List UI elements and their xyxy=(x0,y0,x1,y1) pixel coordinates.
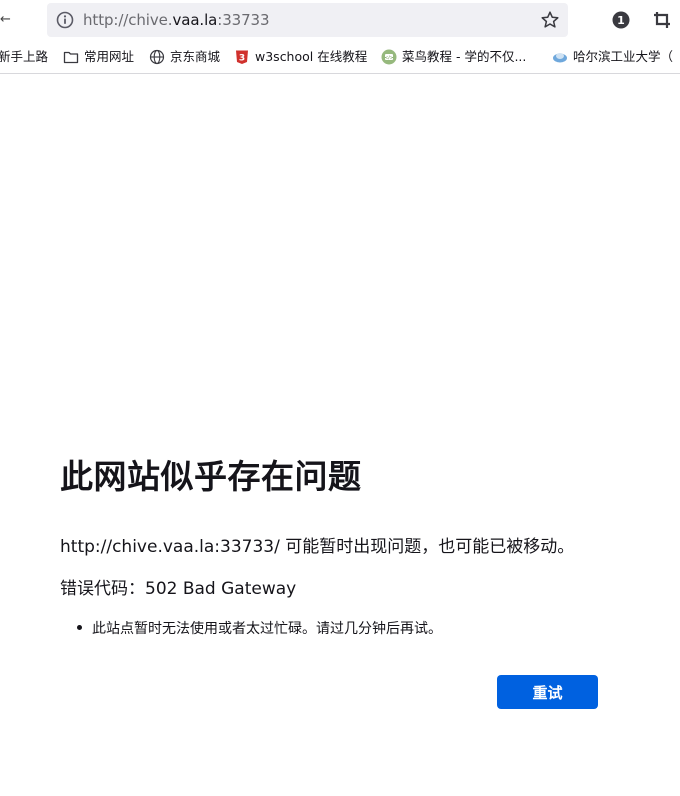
error-description: http://chive.vaa.la:33733/ 可能暂时出现问题，也可能已… xyxy=(60,537,575,557)
info-icon[interactable] xyxy=(56,11,74,29)
browser-toolbar: ← http://chive.vaa.la:33733 1 xyxy=(0,0,680,40)
svg-text:1: 1 xyxy=(617,14,625,27)
url-scheme: http://chive. xyxy=(83,11,173,29)
error-code: 错误代码：502 Bad Gateway xyxy=(60,579,297,599)
retry-button[interactable]: 重试 xyxy=(497,675,598,709)
svg-text:</>: </> xyxy=(384,55,393,61)
error-title: 此网站似乎存在问题 xyxy=(60,457,362,496)
bookmark-label: w3school 在线教程 xyxy=(255,49,368,64)
list-item: 此站点暂时无法使用或者太过忙碌。请过几分钟后再试。 xyxy=(77,618,442,638)
bookmark-star-icon[interactable] xyxy=(540,10,560,30)
bookmark-label: 新手上路 xyxy=(0,49,49,64)
runoob-logo-icon: </> xyxy=(381,49,397,65)
globe-icon xyxy=(149,49,165,65)
back-button[interactable]: ← xyxy=(0,12,11,27)
extension-badge-icon[interactable]: 1 xyxy=(612,11,630,29)
url-host: vaa.la xyxy=(172,11,218,29)
bookmark-item-hit[interactable]: 哈尔滨工业大学（ xyxy=(552,48,673,66)
bookmark-label: 菜鸟教程 - 学的不仅... xyxy=(402,49,527,64)
bookmark-item-w3school[interactable]: 3 w3school 在线教程 xyxy=(234,48,367,66)
w3school-logo-icon: 3 xyxy=(236,50,248,64)
folder-icon xyxy=(63,51,79,64)
bookmark-label: 常用网址 xyxy=(84,49,135,64)
hit-logo-icon xyxy=(553,53,567,63)
bookmark-item-newbie[interactable]: 新手上路 xyxy=(0,48,48,66)
screenshot-crop-icon[interactable] xyxy=(653,11,671,29)
address-bar[interactable]: http://chive.vaa.la:33733 xyxy=(47,3,568,37)
url-text[interactable]: http://chive.vaa.la:33733 xyxy=(83,11,270,29)
bookmark-folder-common[interactable]: 常用网址 xyxy=(63,48,134,66)
bookmarks-toolbar: 新手上路 常用网址 京东商城 3 w3school 在线教程 </> 菜鸟教程 … xyxy=(0,40,680,74)
bookmark-label: 哈尔滨工业大学（ xyxy=(573,49,674,64)
bookmark-label: 京东商城 xyxy=(170,49,221,64)
svg-text:3: 3 xyxy=(239,54,245,64)
url-port: :33733 xyxy=(217,11,270,29)
bookmark-item-jd[interactable]: 京东商城 xyxy=(149,48,220,66)
error-hints-list: 此站点暂时无法使用或者太过忙碌。请过几分钟后再试。 xyxy=(77,618,442,638)
bookmark-item-runoob[interactable]: </> 菜鸟教程 - 学的不仅... xyxy=(381,48,526,66)
